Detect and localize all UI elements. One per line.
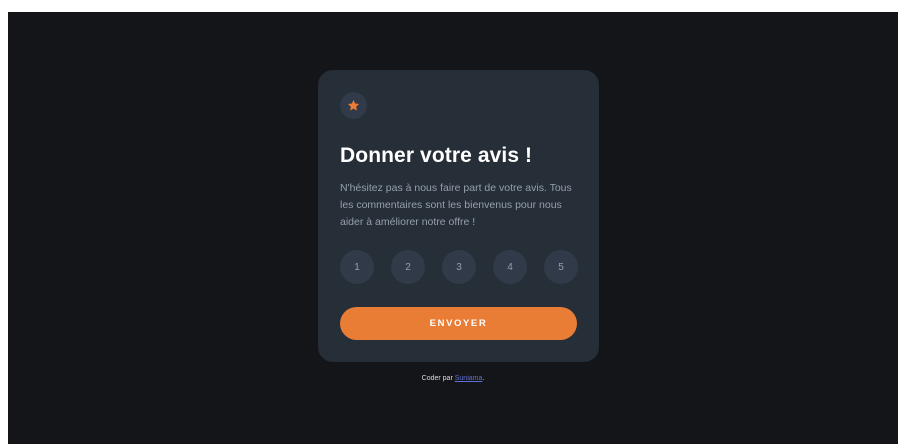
author-link[interactable]: Suniama xyxy=(455,375,483,382)
submit-button[interactable]: ENVOYER xyxy=(340,307,577,340)
attribution: Coder par Suniama. xyxy=(8,374,898,384)
star-icon xyxy=(347,99,360,111)
attribution-prefix: Coder par xyxy=(421,375,455,382)
rating-button-3[interactable]: 3 xyxy=(442,250,476,284)
star-badge xyxy=(340,92,367,119)
rating-button-1[interactable]: 1 xyxy=(340,250,374,284)
rating-options: 1 2 3 4 5 xyxy=(340,250,578,284)
attribution-suffix: . xyxy=(482,375,485,382)
rating-card: Donner votre avis ! N'hésitez pas à nous… xyxy=(318,70,599,362)
rating-button-2[interactable]: 2 xyxy=(391,250,425,284)
rating-button-4[interactable]: 4 xyxy=(493,250,527,284)
page-title: Donner votre avis ! xyxy=(340,144,533,167)
rating-button-5[interactable]: 5 xyxy=(544,250,578,284)
page-background: Donner votre avis ! N'hésitez pas à nous… xyxy=(8,12,898,444)
card-description: N'hésitez pas à nous faire part de votre… xyxy=(340,182,572,228)
